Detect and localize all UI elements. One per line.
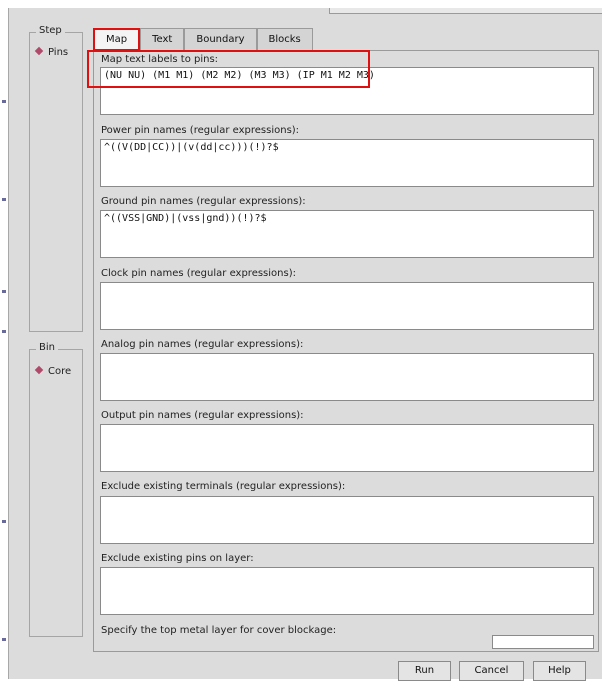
analog-pins-input[interactable] xyxy=(100,353,594,401)
clock-pins-input[interactable] xyxy=(100,282,594,330)
power-pins-label: Power pin names (regular expressions): xyxy=(101,125,300,136)
step-group-label: Step xyxy=(36,25,65,36)
ground-pins-label: Ground pin names (regular expressions): xyxy=(101,196,306,207)
top-window-strip xyxy=(329,8,602,14)
run-button[interactable]: Run xyxy=(398,661,451,681)
step-item-pins[interactable]: Pins xyxy=(34,46,69,58)
tab-text[interactable]: Text xyxy=(140,28,185,50)
bin-group-label: Bin xyxy=(36,342,58,353)
exclude-pins-layer-input[interactable] xyxy=(100,567,594,615)
output-pins-input[interactable] xyxy=(100,424,594,472)
bin-group: Bin Core xyxy=(29,342,83,637)
cancel-button[interactable]: Cancel xyxy=(459,661,524,681)
map-tab-panel: Map text labels to pins: (NU NU) (M1 M1)… xyxy=(93,50,599,652)
bin-item-core-label: Core xyxy=(48,366,72,377)
pin-extraction-dialog: Step Pins Bin Core Map Text Boundary Blo… xyxy=(8,8,602,681)
map-labels-input[interactable]: (NU NU) (M1 M1) (M2 M2) (M3 M3) (IP M1 M… xyxy=(100,67,594,115)
ground-pins-input[interactable]: ^((VSS|GND)|(vss|gnd))(!)?$ xyxy=(100,210,594,258)
step-group: Step Pins xyxy=(29,25,83,332)
radio-selected-icon xyxy=(34,46,44,56)
exclude-terminals-input[interactable] xyxy=(100,496,594,544)
exclude-pins-layer-label: Exclude existing pins on layer: xyxy=(101,553,254,564)
window-left-edge xyxy=(0,0,8,679)
tab-bar: Map Text Boundary Blocks xyxy=(93,28,313,51)
bin-item-core[interactable]: Core xyxy=(34,365,72,377)
top-metal-label: Specify the top metal layer for cover bl… xyxy=(101,625,337,636)
power-pins-input[interactable]: ^((V(DD|CC))|(v(dd|cc)))(!)?$ xyxy=(100,139,594,187)
help-button[interactable]: Help xyxy=(533,661,586,681)
tab-boundary[interactable]: Boundary xyxy=(184,28,257,50)
tab-blocks[interactable]: Blocks xyxy=(256,28,313,50)
analog-pins-label: Analog pin names (regular expressions): xyxy=(101,339,304,350)
output-pins-label: Output pin names (regular expressions): xyxy=(101,410,304,421)
clock-pins-label: Clock pin names (regular expressions): xyxy=(101,268,296,279)
top-metal-input[interactable] xyxy=(492,635,594,649)
radio-selected-icon xyxy=(34,365,44,375)
tab-map[interactable]: Map xyxy=(93,28,141,51)
exclude-terminals-label: Exclude existing terminals (regular expr… xyxy=(101,481,346,492)
map-labels-label: Map text labels to pins: xyxy=(101,54,219,65)
step-item-pins-label: Pins xyxy=(48,47,69,58)
